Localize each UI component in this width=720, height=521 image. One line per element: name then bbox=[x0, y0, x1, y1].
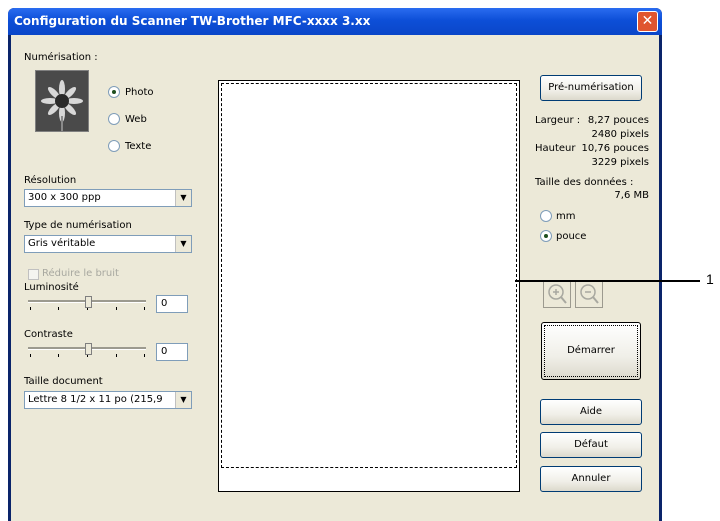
scan-type-select[interactable]: Gris véritable ▼ bbox=[24, 235, 192, 253]
contrast-input[interactable]: 0 bbox=[156, 343, 188, 361]
resolution-value: 300 x 300 ppp bbox=[28, 192, 101, 203]
data-size-label: Taille des données : bbox=[535, 177, 634, 188]
close-button[interactable]: ✕ bbox=[637, 11, 658, 32]
radio-unit-mm[interactable] bbox=[540, 210, 552, 222]
scanner-dialog: Configuration du Scanner TW-Brother MFC-… bbox=[8, 8, 662, 521]
title-bar[interactable]: Configuration du Scanner TW-Brother MFC-… bbox=[8, 8, 662, 35]
contrast-slider[interactable] bbox=[28, 343, 146, 358]
dialog-body: Numérisation : Photo Web Texte Résolutio… bbox=[11, 35, 659, 521]
callout-number: 1 bbox=[706, 271, 714, 287]
chevron-down-icon[interactable]: ▼ bbox=[175, 190, 191, 206]
resolution-select[interactable]: 300 x 300 ppp ▼ bbox=[24, 189, 192, 207]
zoom-in-button[interactable] bbox=[543, 280, 571, 308]
data-size-value: 7,6 MB bbox=[614, 190, 649, 201]
chevron-down-icon[interactable]: ▼ bbox=[175, 236, 191, 252]
cancel-button[interactable]: Annuler bbox=[540, 466, 642, 492]
width-value: 8,27 pouces bbox=[587, 115, 649, 126]
radio-photo[interactable] bbox=[108, 86, 120, 98]
brightness-thumb[interactable] bbox=[85, 296, 92, 308]
scan-preview-area[interactable] bbox=[218, 80, 520, 492]
prescan-button[interactable]: Pré-numérisation bbox=[540, 75, 642, 101]
radio-text[interactable] bbox=[108, 140, 120, 152]
photo-preview-image bbox=[35, 70, 89, 132]
scan-mode-label: Numérisation : bbox=[24, 52, 98, 63]
doc-size-value: Lettre 8 1/2 x 11 po (215,9 bbox=[28, 394, 163, 405]
resolution-label: Résolution bbox=[24, 175, 77, 186]
start-button-label: Démarrer bbox=[544, 325, 638, 377]
contrast-thumb[interactable] bbox=[85, 343, 92, 355]
window-title: Configuration du Scanner TW-Brother MFC-… bbox=[14, 14, 371, 28]
radio-web-label: Web bbox=[125, 114, 147, 125]
brightness-input[interactable]: 0 bbox=[156, 295, 188, 313]
zoom-out-icon bbox=[580, 284, 599, 304]
height-value: 10,76 pouces bbox=[581, 143, 649, 154]
brightness-slider[interactable] bbox=[28, 296, 146, 311]
radio-unit-inch[interactable] bbox=[540, 230, 552, 242]
contrast-label: Contraste bbox=[24, 329, 73, 340]
brightness-label: Luminosité bbox=[24, 282, 79, 293]
noise-checkbox[interactable] bbox=[28, 269, 39, 280]
radio-web[interactable] bbox=[108, 113, 120, 125]
chevron-down-icon[interactable]: ▼ bbox=[175, 392, 191, 408]
scan-selection-rect[interactable] bbox=[221, 83, 517, 468]
width-label: Largeur : bbox=[535, 115, 581, 126]
default-button[interactable]: Défaut bbox=[540, 432, 642, 458]
scan-type-label: Type de numérisation bbox=[24, 220, 132, 231]
zoom-out-button[interactable] bbox=[575, 280, 603, 308]
sunflower-icon bbox=[36, 71, 88, 131]
unit-mm-label: mm bbox=[556, 211, 576, 222]
width-pixels: 2480 pixels bbox=[591, 129, 649, 140]
scan-type-value: Gris véritable bbox=[28, 238, 96, 249]
doc-size-select[interactable]: Lettre 8 1/2 x 11 po (215,9 ▼ bbox=[24, 391, 192, 409]
zoom-in-icon bbox=[548, 284, 567, 304]
radio-text-label: Texte bbox=[125, 141, 152, 152]
callout-line bbox=[515, 280, 700, 282]
height-label: Hauteur bbox=[535, 143, 576, 154]
start-button[interactable]: Démarrer bbox=[541, 322, 641, 380]
doc-size-label: Taille document bbox=[24, 376, 103, 387]
help-button[interactable]: Aide bbox=[540, 399, 642, 425]
noise-label: Réduire le bruit bbox=[42, 268, 119, 279]
radio-photo-label: Photo bbox=[125, 87, 154, 98]
unit-inch-label: pouce bbox=[556, 231, 587, 242]
height-pixels: 3229 pixels bbox=[591, 157, 649, 168]
